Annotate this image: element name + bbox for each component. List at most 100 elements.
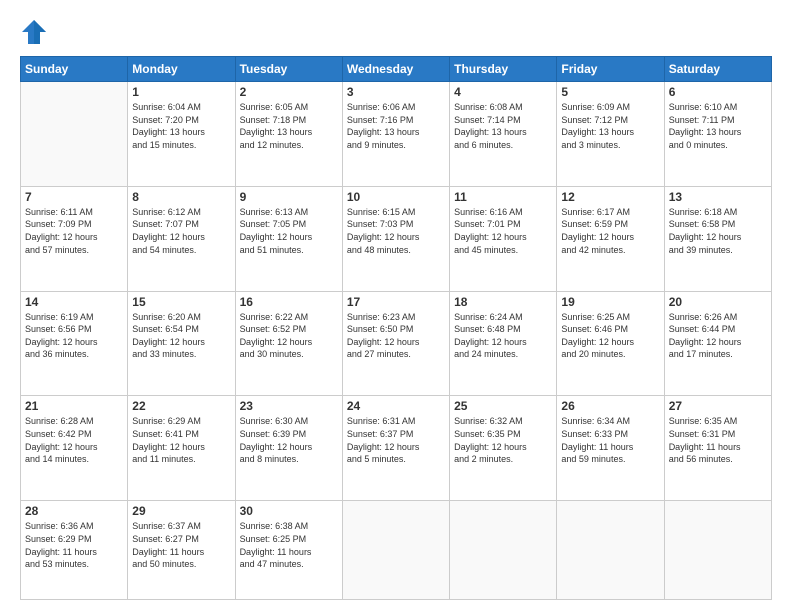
- calendar-cell: 22Sunrise: 6:29 AM Sunset: 6:41 PM Dayli…: [128, 396, 235, 501]
- calendar-cell: 26 Sunrise: 6:34 AM Sunset: 6:33 PM Dayli…: [557, 396, 664, 501]
- day-info: Sunrise: 6:04 AM Sunset: 7:20 PM Dayligh…: [132, 101, 230, 151]
- day-number: 29: [132, 504, 230, 518]
- day-number: 2: [240, 85, 338, 99]
- week-row-3: 14 Sunrise: 6:19 AM Sunset: 6:56 PM Dayli…: [21, 291, 772, 396]
- calendar-cell: 2 Sunrise: 6:05 AM Sunset: 7:18 PM Daylig…: [235, 82, 342, 187]
- calendar-cell: 10 Sunrise: 6:15 AM Sunset: 7:03 PM Dayli…: [342, 186, 449, 291]
- day-number: 28: [25, 504, 123, 518]
- day-number: 11: [454, 190, 552, 204]
- calendar-cell: 11 Sunrise: 6:16 AM Sunset: 7:01 PM Dayli…: [450, 186, 557, 291]
- day-number: 23: [240, 399, 338, 413]
- calendar-cell: 28 Sunrise: 6:36 AM Sunset: 6:29 PM Dayli…: [21, 501, 128, 600]
- day-number: 13: [669, 190, 767, 204]
- day-info: Sunrise: 6:15 AM Sunset: 7:03 PM Dayligh…: [347, 206, 445, 256]
- day-number: 22: [132, 399, 230, 413]
- calendar-cell: 30Sunrise: 6:38 AM Sunset: 6:25 PM Dayli…: [235, 501, 342, 600]
- day-info: Sunrise: 6:17 AM Sunset: 6:59 PM Dayligh…: [561, 206, 659, 256]
- day-number: 26: [561, 399, 659, 413]
- day-info: Sunrise: 6:24 AM Sunset: 6:48 PM Dayligh…: [454, 311, 552, 361]
- day-info: Sunrise: 6:26 AM Sunset: 6:44 PM Dayligh…: [669, 311, 767, 361]
- day-number: 21: [25, 399, 123, 413]
- calendar-cell: 5Sunrise: 6:09 AM Sunset: 7:12 PM Daylig…: [557, 82, 664, 187]
- calendar-cell: 15 Sunrise: 6:20 AM Sunset: 6:54 PM Dayli…: [128, 291, 235, 396]
- column-header-thursday: Thursday: [450, 57, 557, 82]
- day-number: 25: [454, 399, 552, 413]
- day-info: Sunrise: 6:18 AM Sunset: 6:58 PM Dayligh…: [669, 206, 767, 256]
- calendar-cell: 29 Sunrise: 6:37 AM Sunset: 6:27 PM Dayli…: [128, 501, 235, 600]
- column-header-friday: Friday: [557, 57, 664, 82]
- day-info: Sunrise: 6:19 AM Sunset: 6:56 PM Dayligh…: [25, 311, 123, 361]
- day-info: Sunrise: 6:31 AM Sunset: 6:37 PM Dayligh…: [347, 415, 445, 465]
- page-header: [20, 18, 772, 46]
- day-number: 8: [132, 190, 230, 204]
- calendar-cell: 3 Sunrise: 6:06 AM Sunset: 7:16 PM Daylig…: [342, 82, 449, 187]
- calendar-cell: 7 Sunrise: 6:11 AM Sunset: 7:09 PM Daylig…: [21, 186, 128, 291]
- calendar-cell: 19 Sunrise: 6:25 AM Sunset: 6:46 PM Dayli…: [557, 291, 664, 396]
- column-header-monday: Monday: [128, 57, 235, 82]
- day-info: Sunrise: 6:12 AM Sunset: 7:07 PM Dayligh…: [132, 206, 230, 256]
- calendar-table: SundayMondayTuesdayWednesdayThursdayFrid…: [20, 56, 772, 600]
- day-info: Sunrise: 6:36 AM Sunset: 6:29 PM Dayligh…: [25, 520, 123, 570]
- day-number: 17: [347, 295, 445, 309]
- week-row-5: 28 Sunrise: 6:36 AM Sunset: 6:29 PM Dayli…: [21, 501, 772, 600]
- day-info: Sunrise: 6:28 AM Sunset: 6:42 PM Dayligh…: [25, 415, 123, 465]
- day-number: 16: [240, 295, 338, 309]
- day-info: Sunrise: 6:25 AM Sunset: 6:46 PM Dayligh…: [561, 311, 659, 361]
- day-info: Sunrise: 6:13 AM Sunset: 7:05 PM Dayligh…: [240, 206, 338, 256]
- calendar-cell: [664, 501, 771, 600]
- day-number: 20: [669, 295, 767, 309]
- calendar-cell: [342, 501, 449, 600]
- day-number: 3: [347, 85, 445, 99]
- day-info: Sunrise: 6:37 AM Sunset: 6:27 PM Dayligh…: [132, 520, 230, 570]
- day-info: Sunrise: 6:11 AM Sunset: 7:09 PM Dayligh…: [25, 206, 123, 256]
- day-info: Sunrise: 6:32 AM Sunset: 6:35 PM Dayligh…: [454, 415, 552, 465]
- calendar-cell: 18 Sunrise: 6:24 AM Sunset: 6:48 PM Dayli…: [450, 291, 557, 396]
- day-info: Sunrise: 6:08 AM Sunset: 7:14 PM Dayligh…: [454, 101, 552, 151]
- day-number: 14: [25, 295, 123, 309]
- day-info: Sunrise: 6:22 AM Sunset: 6:52 PM Dayligh…: [240, 311, 338, 361]
- day-number: 7: [25, 190, 123, 204]
- calendar-cell: 16 Sunrise: 6:22 AM Sunset: 6:52 PM Dayli…: [235, 291, 342, 396]
- week-row-4: 21 Sunrise: 6:28 AM Sunset: 6:42 PM Dayli…: [21, 396, 772, 501]
- day-number: 18: [454, 295, 552, 309]
- column-header-tuesday: Tuesday: [235, 57, 342, 82]
- day-info: Sunrise: 6:30 AM Sunset: 6:39 PM Dayligh…: [240, 415, 338, 465]
- calendar-cell: 21 Sunrise: 6:28 AM Sunset: 6:42 PM Dayli…: [21, 396, 128, 501]
- day-number: 15: [132, 295, 230, 309]
- day-number: 24: [347, 399, 445, 413]
- calendar-cell: 8 Sunrise: 6:12 AM Sunset: 7:07 PM Daylig…: [128, 186, 235, 291]
- day-number: 30: [240, 504, 338, 518]
- week-row-1: 1 Sunrise: 6:04 AM Sunset: 7:20 PM Daylig…: [21, 82, 772, 187]
- day-info: Sunrise: 6:20 AM Sunset: 6:54 PM Dayligh…: [132, 311, 230, 361]
- calendar-cell: [557, 501, 664, 600]
- day-info: Sunrise: 6:05 AM Sunset: 7:18 PM Dayligh…: [240, 101, 338, 151]
- logo-icon: [20, 18, 48, 46]
- day-number: 6: [669, 85, 767, 99]
- calendar-cell: 24 Sunrise: 6:31 AM Sunset: 6:37 PM Dayli…: [342, 396, 449, 501]
- day-info: Sunrise: 6:06 AM Sunset: 7:16 PM Dayligh…: [347, 101, 445, 151]
- calendar-cell: 6 Sunrise: 6:10 AM Sunset: 7:11 PM Daylig…: [664, 82, 771, 187]
- day-number: 27: [669, 399, 767, 413]
- calendar-cell: 9 Sunrise: 6:13 AM Sunset: 7:05 PM Daylig…: [235, 186, 342, 291]
- calendar-cell: [450, 501, 557, 600]
- calendar-cell: 4 Sunrise: 6:08 AM Sunset: 7:14 PM Daylig…: [450, 82, 557, 187]
- column-header-sunday: Sunday: [21, 57, 128, 82]
- day-number: 10: [347, 190, 445, 204]
- calendar-cell: 14 Sunrise: 6:19 AM Sunset: 6:56 PM Dayli…: [21, 291, 128, 396]
- day-info: Sunrise: 6:09 AM Sunset: 7:12 PM Dayligh…: [561, 101, 659, 151]
- calendar-cell: 1 Sunrise: 6:04 AM Sunset: 7:20 PM Daylig…: [128, 82, 235, 187]
- calendar-cell: 12 Sunrise: 6:17 AM Sunset: 6:59 PM Dayli…: [557, 186, 664, 291]
- column-header-saturday: Saturday: [664, 57, 771, 82]
- day-info: Sunrise: 6:10 AM Sunset: 7:11 PM Dayligh…: [669, 101, 767, 151]
- calendar-cell: 25 Sunrise: 6:32 AM Sunset: 6:35 PM Dayli…: [450, 396, 557, 501]
- day-number: 12: [561, 190, 659, 204]
- day-number: 19: [561, 295, 659, 309]
- day-number: 1: [132, 85, 230, 99]
- week-row-2: 7 Sunrise: 6:11 AM Sunset: 7:09 PM Daylig…: [21, 186, 772, 291]
- day-number: 4: [454, 85, 552, 99]
- calendar-cell: [21, 82, 128, 187]
- day-info: Sunrise: 6:16 AM Sunset: 7:01 PM Dayligh…: [454, 206, 552, 256]
- day-info: Sunrise: 6:23 AM Sunset: 6:50 PM Dayligh…: [347, 311, 445, 361]
- day-number: 9: [240, 190, 338, 204]
- day-info: Sunrise: 6:34 AM Sunset: 6:33 PM Dayligh…: [561, 415, 659, 465]
